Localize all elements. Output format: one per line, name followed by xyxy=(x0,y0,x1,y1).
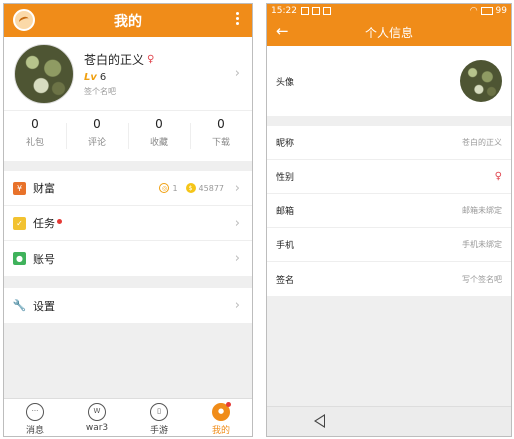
wifi-icon: ◠ xyxy=(469,6,478,16)
row-phone[interactable]: 手机 手机未绑定 xyxy=(267,228,511,262)
stat-label: 收藏 xyxy=(149,138,168,148)
wealth-values: ◎ 1 $ 45877 xyxy=(159,183,224,193)
row-email[interactable]: 邮箱 邮箱未绑定 xyxy=(267,194,511,228)
more-vertical-icon[interactable] xyxy=(234,10,240,30)
tab-mine[interactable]: ● 我的 xyxy=(190,399,252,436)
message-icon: ··· xyxy=(26,403,44,421)
personal-info-screen: 15:22 ◠ 99 ← 个人信息 头像 昵称 苍白的正义 性别 ♀ 邮箱 邮箱… xyxy=(266,3,512,437)
page-title: 个人信息 xyxy=(364,25,413,40)
war3-icon: W xyxy=(88,403,106,421)
row-signature[interactable]: 签名 写个签名吧 xyxy=(267,262,511,296)
gold-count: 45877 xyxy=(198,183,224,193)
tab-label: 消息 xyxy=(25,426,44,436)
notification-icons xyxy=(300,7,334,15)
stat-label: 评论 xyxy=(87,138,106,148)
avatar[interactable] xyxy=(460,60,502,102)
system-nav-bar xyxy=(267,406,511,436)
row-label: 签名 xyxy=(276,275,295,286)
task-icon: ✓ xyxy=(13,216,26,230)
battery-level: 99 xyxy=(495,6,507,16)
clock: 15:22 xyxy=(271,6,297,16)
tab-messages[interactable]: ··· 消息 xyxy=(4,399,66,436)
row-gender[interactable]: 性别 ♀ xyxy=(267,160,511,194)
notification-dot xyxy=(226,402,231,407)
page-title: 我的 xyxy=(114,13,142,30)
stat-count: 0 xyxy=(217,117,225,131)
avatar-row[interactable]: 头像 xyxy=(267,46,511,116)
account-icon: ● xyxy=(13,252,26,265)
level-value: 6 xyxy=(99,71,107,83)
menu-item-label: 设置 xyxy=(33,299,55,313)
row-label: 手机 xyxy=(276,241,295,251)
menu-list: ¥ 财富 ◎ 1 $ 45877 › ✓ 任务 › ● 账号 › xyxy=(4,171,252,276)
row-label: 头像 xyxy=(276,77,295,88)
chevron-right-icon: › xyxy=(234,298,240,313)
settings-list: 🔧 设置 › xyxy=(4,288,252,323)
status-bar: 15:22 ◠ 99 xyxy=(267,4,511,18)
chevron-right-icon: › xyxy=(234,215,240,231)
stat-count: 0 xyxy=(93,117,101,131)
bottom-tab-bar: ··· 消息 W war3 ▯ 手游 ● 我的 xyxy=(4,398,252,436)
row-value: 写个签名吧 xyxy=(462,274,502,284)
avatar[interactable] xyxy=(14,43,74,104)
menu-item-settings[interactable]: 🔧 设置 › xyxy=(4,288,252,323)
stat-downloads[interactable]: 0 下载 xyxy=(190,111,252,161)
chevron-right-icon: › xyxy=(234,251,240,266)
username: 苍白的正义 xyxy=(84,52,145,67)
menu-item-tasks[interactable]: ✓ 任务 › xyxy=(4,206,252,241)
stat-label: 下载 xyxy=(211,138,230,148)
stat-favorites[interactable]: 0 收藏 xyxy=(128,111,190,161)
gamepad-icon: ▯ xyxy=(150,403,168,421)
menu-item-label: 财富 xyxy=(33,182,55,195)
tab-mobile-games[interactable]: ▯ 手游 xyxy=(128,399,190,436)
tab-war3[interactable]: W war3 xyxy=(66,399,128,436)
row-value: 邮箱未绑定 xyxy=(462,206,502,215)
row-label: 性别 xyxy=(276,173,295,183)
stat-label: 礼包 xyxy=(25,138,44,148)
chevron-right-icon: › xyxy=(234,66,240,81)
app-logo-icon[interactable] xyxy=(13,9,35,31)
stat-gifts[interactable]: 0 礼包 xyxy=(4,111,66,161)
row-label: 邮箱 xyxy=(276,207,295,217)
back-arrow-icon[interactable]: ← xyxy=(276,24,289,39)
female-icon: ♀ xyxy=(147,53,155,65)
gold-coin-icon: $ xyxy=(185,183,196,193)
profile-card[interactable]: 苍白的正义 ♀ Lv 6 签个名吧 › xyxy=(4,37,252,111)
row-label: 昵称 xyxy=(276,139,295,149)
menu-item-wealth[interactable]: ¥ 财富 ◎ 1 $ 45877 › xyxy=(4,171,252,206)
tab-label: 我的 xyxy=(211,426,230,436)
row-value: 手机未绑定 xyxy=(462,240,502,249)
row-value: 苍白的正义 xyxy=(462,138,502,147)
chevron-right-icon: › xyxy=(234,180,240,196)
info-list: 昵称 苍白的正义 性别 ♀ 邮箱 邮箱未绑定 手机 手机未绑定 签名 写个签名吧 xyxy=(267,126,511,296)
top-bar: ← 个人信息 xyxy=(267,18,511,46)
stats-bar: 0 礼包 0 评论 0 收藏 0 下载 xyxy=(4,111,252,161)
notification-dot xyxy=(57,218,62,224)
menu-item-account[interactable]: ● 账号 › xyxy=(4,241,252,276)
battery-icon xyxy=(480,7,493,15)
female-icon: ♀ xyxy=(494,171,502,182)
stat-comments[interactable]: 0 评论 xyxy=(66,111,128,161)
profile-screen: 我的 苍白的正义 ♀ Lv 6 签个名吧 › 0 礼包 0 评论 0 收藏 0 … xyxy=(3,3,253,437)
row-nickname[interactable]: 昵称 苍白的正义 xyxy=(267,126,511,160)
tab-label: 手游 xyxy=(149,426,168,436)
level-badge: Lv xyxy=(84,71,97,83)
menu-item-label: 账号 xyxy=(33,252,55,266)
signature: 签个名吧 xyxy=(84,86,116,96)
stat-count: 0 xyxy=(31,117,39,131)
coupon-count: 1 xyxy=(172,183,178,193)
menu-item-label: 任务 xyxy=(33,217,55,230)
wallet-icon: ¥ xyxy=(13,181,26,195)
nav-back-icon[interactable] xyxy=(314,414,325,428)
stat-count: 0 xyxy=(155,117,163,131)
wrench-icon: 🔧 xyxy=(12,299,27,312)
tab-label: war3 xyxy=(85,423,109,433)
top-bar: 我的 xyxy=(4,4,252,37)
coupon-icon: ◎ xyxy=(159,183,170,193)
